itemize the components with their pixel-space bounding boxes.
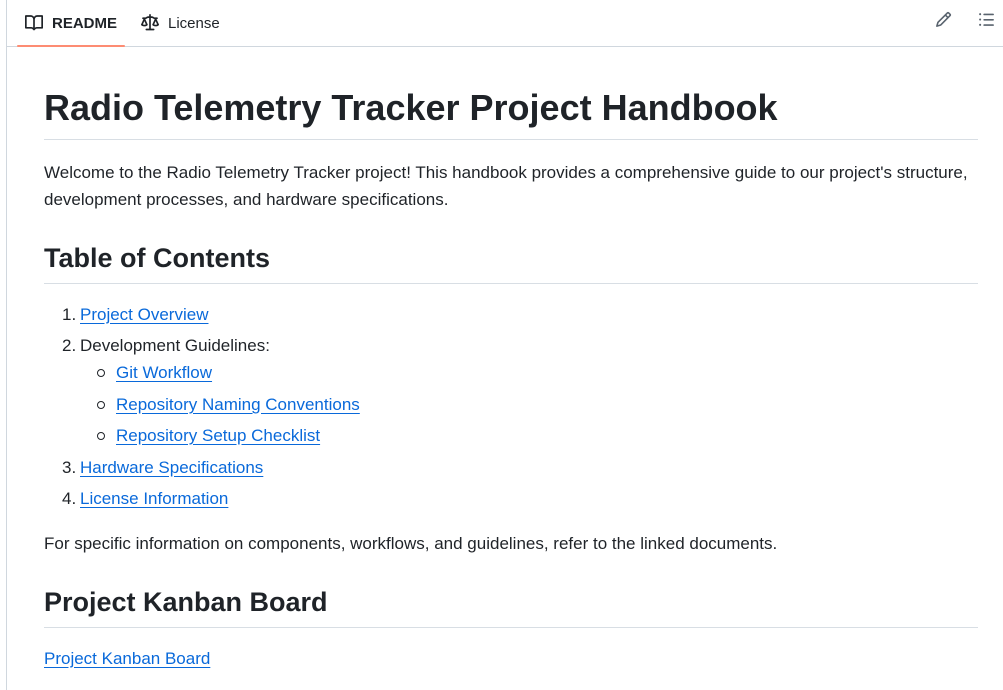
development-guidelines-label: Development Guidelines: bbox=[80, 336, 270, 355]
book-icon bbox=[25, 14, 43, 32]
edit-button[interactable] bbox=[931, 10, 955, 34]
link-hardware-specifications[interactable]: Hardware Specifications bbox=[80, 454, 263, 481]
tab-license-label: License bbox=[168, 14, 220, 32]
circle-bullet-icon bbox=[97, 369, 105, 377]
toc-number: 2. bbox=[62, 336, 77, 355]
toc-number: 3. bbox=[62, 458, 77, 477]
readme-panel: README License Radio Telemetry Tracker P… bbox=[6, 0, 1003, 690]
tab-license[interactable]: License bbox=[141, 0, 220, 46]
link-repository-naming-conventions[interactable]: Repository Naming Conventions bbox=[116, 391, 360, 418]
outline-button[interactable] bbox=[974, 10, 998, 34]
toc-number: 4. bbox=[62, 489, 77, 508]
circle-bullet-icon bbox=[97, 432, 105, 440]
link-git-workflow[interactable]: Git Workflow bbox=[116, 359, 212, 386]
link-license-information[interactable]: License Information bbox=[80, 485, 228, 512]
link-project-overview[interactable]: Project Overview bbox=[80, 301, 208, 328]
page-title: Radio Telemetry Tracker Project Handbook bbox=[44, 84, 978, 140]
law-scale-icon bbox=[141, 14, 159, 32]
kanban-heading: Project Kanban Board bbox=[44, 584, 978, 628]
link-repository-setup-checklist[interactable]: Repository Setup Checklist bbox=[116, 422, 320, 449]
intro-paragraph: Welcome to the Radio Telemetry Tracker p… bbox=[44, 163, 968, 209]
tab-readme-label: README bbox=[52, 14, 118, 32]
circle-bullet-icon bbox=[97, 401, 105, 409]
readme-tabbar: README License bbox=[7, 0, 1003, 47]
specific-info-paragraph: For specific information on components, … bbox=[44, 534, 778, 553]
tab-readme[interactable]: README bbox=[16, 0, 126, 47]
toc-number: 1. bbox=[62, 305, 77, 324]
toc-heading: Table of Contents bbox=[44, 240, 978, 284]
list-unordered-icon bbox=[978, 11, 995, 33]
pencil-icon bbox=[935, 11, 952, 33]
link-project-kanban-board[interactable]: Project Kanban Board bbox=[44, 645, 210, 672]
